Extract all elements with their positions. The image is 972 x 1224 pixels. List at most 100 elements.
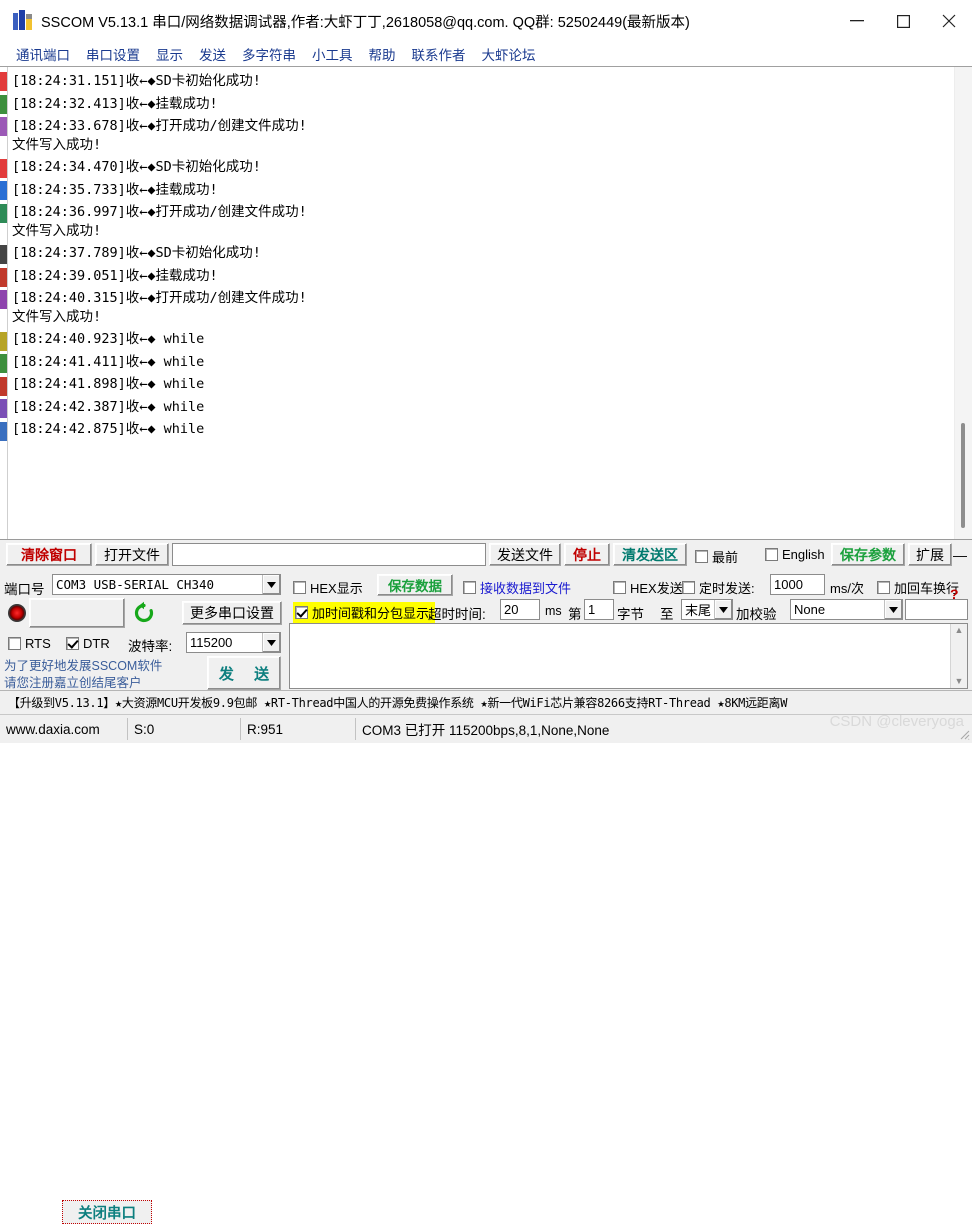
more-port-settings-button[interactable]: 更多串口设置 [182, 601, 282, 625]
send-area-scrollbar[interactable]: ▲ ▼ [950, 624, 967, 688]
line-color-marker [0, 72, 7, 91]
window-controls [834, 0, 972, 42]
chevron-down-icon[interactable] [262, 575, 280, 594]
send-interval-value: 1000 [774, 577, 803, 592]
append-crlf-checkbox[interactable]: 加回车换行 [877, 578, 959, 597]
line-color-marker [0, 290, 7, 309]
menu-item-send[interactable]: 发送 [191, 44, 234, 64]
hex-send-label: HEX发送 [630, 581, 683, 596]
resize-grip-icon[interactable] [958, 728, 970, 740]
receive-area: [18:24:31.151]收←◆SD卡初始化成功! [18:24:32.413]… [0, 66, 972, 539]
refresh-icon[interactable] [132, 601, 156, 625]
file-path-input[interactable] [172, 543, 486, 566]
byte-to-select[interactable]: 末尾 [681, 599, 733, 620]
close-port-label: 关闭串口 [62, 1200, 152, 1224]
checkbox-box [765, 548, 778, 561]
minimize-icon[interactable] [834, 0, 880, 42]
chevron-down-icon[interactable] [262, 633, 280, 652]
menu-item-port-config[interactable]: 串口设置 [78, 44, 148, 64]
send-interval-input[interactable]: 1000 [770, 574, 825, 595]
close-port-button[interactable]: 关闭串口 [29, 598, 152, 1224]
checksum-value: None [794, 602, 826, 617]
menu-item-multistring[interactable]: 多字符串 [234, 44, 304, 64]
timeout-input[interactable]: 20 [500, 599, 540, 620]
clear-window-button[interactable]: 清除窗口 [6, 543, 92, 566]
receive-line: [18:24:41.411]收←◆ while [12, 353, 205, 370]
receive-to-file-label: 接收数据到文件 [480, 581, 572, 596]
collapse-panel-button[interactable]: — [950, 543, 970, 566]
status-led-icon [8, 604, 26, 622]
maximize-icon[interactable] [880, 0, 926, 42]
send-button[interactable]: 发 送 [207, 656, 281, 690]
dtr-label: DTR [83, 636, 110, 651]
menu-item-help[interactable]: 帮助 [361, 44, 404, 64]
menu-item-display[interactable]: 显示 [148, 44, 191, 64]
close-icon[interactable] [926, 0, 972, 42]
line-color-marker [0, 158, 7, 178]
receive-line: [18:24:32.413]收←◆挂载成功! [12, 95, 218, 112]
promo-banner[interactable]: 【升级到V5.13.1】★大资源MCU开发板9.9包邮 ★RT-Thread中国… [0, 690, 972, 714]
send-toolbar: 清除窗口 打开文件 发送文件 停止 清发送区 最前 English 保存参数 扩… [0, 539, 972, 568]
send-text-area[interactable]: ▲ ▼ [289, 623, 968, 689]
hex-display-checkbox[interactable]: HEX显示 [293, 578, 363, 597]
checksum-select[interactable]: None [790, 599, 903, 620]
checkbox-box [877, 581, 890, 594]
port-select[interactable]: COM3 USB-SERIAL CH340 [52, 574, 281, 595]
status-website[interactable]: www.daxia.com [0, 718, 128, 740]
always-on-top-label: 最前 [712, 550, 739, 565]
scroll-up-icon[interactable]: ▲ [955, 626, 964, 635]
menu-item-forum[interactable]: 大虾论坛 [474, 44, 544, 64]
line-color-marker [0, 203, 7, 223]
timestamp-display-label: 加时间戳和分包显示, [312, 606, 433, 621]
checksum-label: 加校验 [736, 607, 777, 622]
stop-button[interactable]: 停止 [564, 543, 610, 566]
english-checkbox[interactable]: English [765, 547, 825, 562]
send-file-button[interactable]: 发送文件 [489, 543, 561, 566]
sscom-app-icon [12, 10, 34, 32]
expand-button[interactable]: 扩展 [908, 543, 952, 566]
baud-rate-label: 波特率: [128, 639, 173, 654]
baud-rate-select[interactable]: 115200 [186, 632, 281, 653]
line-color-marker [0, 267, 7, 287]
port-select-value: COM3 USB-SERIAL CH340 [56, 577, 215, 592]
timeout-unit-label: ms [545, 604, 562, 618]
save-params-button[interactable]: 保存参数 [831, 543, 905, 566]
receive-vertical-scrollbar[interactable] [954, 67, 972, 539]
line-color-marker [0, 117, 7, 136]
send-text-input[interactable] [290, 624, 950, 688]
timed-send-checkbox[interactable]: 定时发送: [682, 578, 755, 597]
receive-text-area[interactable]: [18:24:31.151]收←◆SD卡初始化成功! [18:24:32.413]… [8, 67, 972, 539]
checkbox-box [8, 637, 21, 650]
checksum-extra-input[interactable] [905, 599, 968, 620]
open-file-button[interactable]: 打开文件 [95, 543, 169, 566]
receive-line: [18:24:42.387]收←◆ while [12, 398, 205, 415]
byte-from-input[interactable]: 1 [584, 599, 614, 620]
clear-send-area-button[interactable]: 清发送区 [613, 543, 687, 566]
line-color-marker [0, 421, 7, 441]
help-question-icon[interactable]: ? [950, 586, 959, 602]
menu-item-tools[interactable]: 小工具 [304, 44, 361, 64]
receive-line: [18:24:40.923]收←◆ while [12, 331, 205, 347]
status-sent-count: S:0 [128, 718, 241, 740]
chevron-down-icon[interactable] [714, 600, 732, 619]
title-bar: SSCOM V5.13.1 串口/网络数据调试器,作者:大虾丁丁,2618058… [0, 0, 972, 43]
scrollbar-thumb[interactable] [961, 423, 965, 528]
receive-line: [18:24:31.151]收←◆SD卡初始化成功! [12, 73, 261, 89]
menu-item-comm-port[interactable]: 通讯端口 [8, 44, 78, 64]
rts-checkbox[interactable]: RTS [8, 636, 51, 651]
menu-item-contact[interactable]: 联系作者 [404, 44, 474, 64]
scroll-down-icon[interactable]: ▼ [955, 677, 964, 686]
baud-rate-value: 115200 [190, 635, 233, 650]
english-label: English [782, 547, 825, 562]
timestamp-display-checkbox[interactable]: 加时间戳和分包显示, [293, 602, 435, 623]
line-color-marker [0, 245, 7, 264]
hex-send-checkbox[interactable]: HEX发送 [613, 578, 683, 597]
receive-to-file-checkbox[interactable]: 接收数据到文件 [463, 578, 571, 597]
dtr-checkbox[interactable]: DTR [66, 636, 110, 651]
byte-to-value: 末尾 [685, 603, 712, 618]
checkbox-box [682, 581, 695, 594]
chevron-down-icon[interactable] [884, 600, 902, 619]
save-data-button[interactable]: 保存数据 [377, 574, 453, 596]
timeout-label: 超时时间: [428, 607, 486, 622]
always-on-top-checkbox[interactable]: 最前 [695, 547, 738, 566]
